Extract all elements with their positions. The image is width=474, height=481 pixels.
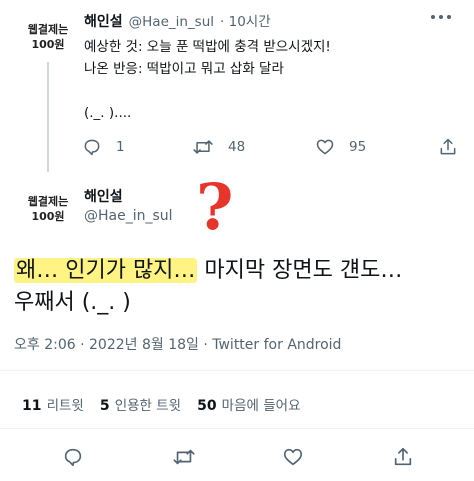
tweet-timestamp[interactable]: 오후 2:06 · 2022년 8월 18일 · Twitter for And… [14, 334, 341, 354]
retweets-stat[interactable]: 11 리트윗 [22, 394, 84, 414]
tweet1-text: 예상한 것: 오늘 푼 떡밥에 충격 받으시겠지! 나온 반응: 떡밥이고 뭐고… [84, 39, 331, 121]
highlighted-text: 왜… 인기가 많지… [14, 258, 198, 283]
tweet2-text-line2: 우째서 (._. ) [14, 290, 131, 315]
engagement-stats: 11 리트윗 5 인용한 트윗 50 마음에 들어요 [22, 394, 300, 414]
reply-count: 1 [116, 139, 125, 155]
thread-line [47, 62, 49, 172]
retweet-icon [192, 137, 214, 157]
handle[interactable]: @Hae_in_sul [84, 208, 173, 224]
display-name[interactable]: 해인설 [84, 186, 123, 206]
like-count: 95 [349, 139, 367, 155]
quotes-stat[interactable]: 5 인용한 트윗 [100, 394, 181, 414]
divider [0, 428, 474, 429]
like-button[interactable]: 95 [315, 137, 366, 157]
retweet-icon[interactable] [172, 446, 196, 468]
share-icon[interactable] [392, 446, 414, 468]
tweet-time[interactable]: · 10시간 [220, 10, 271, 30]
like-icon[interactable] [282, 446, 304, 468]
retweet-count: 48 [228, 139, 246, 155]
reply-icon[interactable] [62, 446, 84, 468]
tweet1-header: 해인설 @Hae_in_sul · 10시간 [84, 10, 271, 31]
more-icon[interactable] [430, 12, 452, 22]
display-name[interactable]: 해인설 [84, 11, 123, 31]
likes-stat[interactable]: 50 마음에 들어요 [197, 394, 300, 414]
divider [0, 370, 474, 371]
tweet-text-rest: 마지막 장면도 걘도… [197, 258, 403, 283]
retweet-button[interactable]: 48 [192, 137, 245, 157]
like-icon [315, 137, 335, 157]
handle[interactable]: @Hae_in_sul [129, 14, 214, 30]
reply-icon [82, 137, 102, 157]
question-mark-annotation: ? [196, 170, 234, 245]
avatar[interactable]: 웹결제는 100원 [20, 194, 76, 224]
tweet2-text: 왜… 인기가 많지… 마지막 장면도 걘도… [14, 254, 464, 287]
share-icon[interactable] [438, 137, 458, 157]
avatar[interactable]: 웹결제는 100원 [20, 22, 76, 52]
reply-button[interactable]: 1 [82, 137, 125, 157]
